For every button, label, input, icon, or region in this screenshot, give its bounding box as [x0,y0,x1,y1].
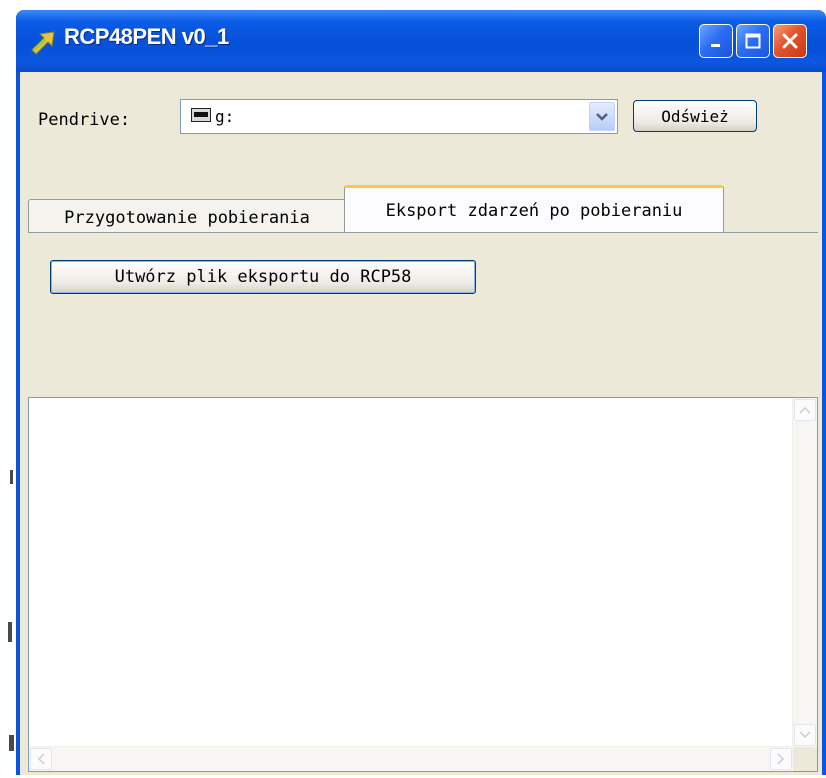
dropdown-button[interactable] [589,102,615,131]
tab-event-export[interactable]: Eksport zdarzeń po pobieraniu [344,185,724,233]
close-button[interactable] [773,24,807,58]
drive-icon [191,108,211,122]
minimize-button[interactable] [699,24,733,58]
tab-panel [28,232,818,392]
scroll-up-button[interactable] [794,399,816,421]
maximize-icon [745,33,761,49]
scroll-down-button[interactable] [794,724,816,746]
close-icon [782,33,798,49]
scroll-up-icon [799,406,811,414]
window-title: RCP48PEN v0_1 [64,24,229,49]
background-edge-marks [0,0,16,778]
app-window: RCP48PEN v0_1 Pendrive: g: Odśwież Przyg… [16,10,826,775]
pendrive-select[interactable]: g: [180,99,618,134]
scroll-right-button[interactable] [770,748,792,770]
maximize-button[interactable] [736,24,770,58]
window-client: Pendrive: g: Odśwież Przygotowanie pobie… [20,72,822,775]
scroll-left-button[interactable] [30,748,52,770]
chevron-down-icon [596,112,608,121]
vertical-scrollbar[interactable] [792,398,817,747]
horizontal-scrollbar[interactable] [29,746,793,771]
minimize-icon [711,44,720,47]
pendrive-label: Pendrive: [38,110,131,130]
scrollbar-corner [793,747,817,771]
refresh-button[interactable]: Odśwież [633,100,757,132]
title-bar[interactable]: RCP48PEN v0_1 [16,10,826,72]
create-export-file-button[interactable]: Utwórz plik eksportu do RCP58 [50,260,476,294]
scroll-right-icon [777,753,785,765]
tab-download-preparation[interactable]: Przygotowanie pobierania [28,199,346,235]
scroll-down-icon [799,731,811,739]
pendrive-value: g: [215,107,235,126]
log-textarea[interactable] [28,397,818,772]
app-arrow-icon [31,31,55,55]
scroll-left-icon [37,753,45,765]
